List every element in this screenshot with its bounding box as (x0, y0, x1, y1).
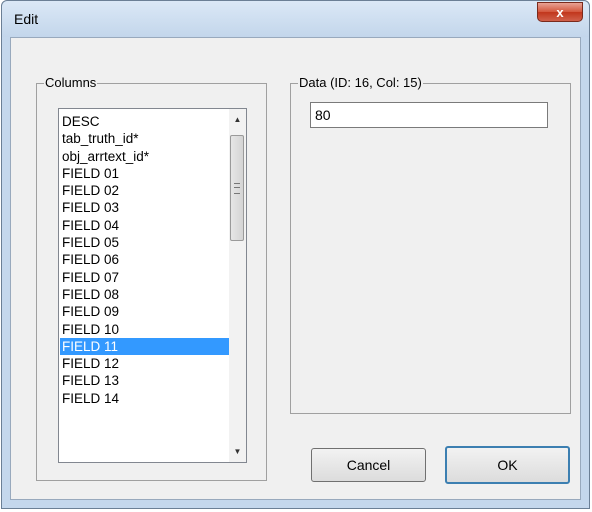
list-item[interactable]: FIELD 09 (60, 303, 237, 320)
list-item[interactable]: FIELD 01 (60, 165, 237, 182)
columns-group-title: Columns (44, 75, 98, 91)
window-title: Edit (14, 11, 39, 27)
scroll-thumb[interactable] (230, 135, 244, 241)
list-item[interactable]: obj_arrtext_id* (60, 148, 237, 165)
list-item[interactable]: FIELD 05 (60, 234, 237, 251)
ok-button[interactable]: OK (445, 446, 570, 484)
list-item[interactable]: DESC (60, 113, 237, 130)
list-item[interactable]: FIELD 07 (60, 269, 237, 286)
list-item[interactable]: FIELD 08 (60, 286, 237, 303)
list-item[interactable]: FIELD 06 (60, 251, 237, 268)
list-item[interactable]: FIELD 03 (60, 199, 237, 216)
data-group-title: Data (ID: 16, Col: 15) (298, 75, 423, 91)
close-button[interactable]: x (537, 2, 583, 22)
list-item[interactable]: FIELD 12 (60, 355, 237, 372)
columns-listbox[interactable]: DESC tab_truth_id* obj_arrtext_id* FIELD 01… (58, 108, 247, 463)
vertical-scrollbar[interactable]: ▲ ▼ (229, 109, 246, 462)
list-item[interactable]: FIELD 13 (60, 372, 237, 389)
list-item[interactable]: FIELD 11 (60, 337, 237, 356)
list-item[interactable]: FIELD 14 (60, 390, 237, 407)
list-item[interactable]: FIELD 04 (60, 217, 237, 234)
data-groupbox: Data (ID: 16, Col: 15) (290, 75, 571, 414)
scroll-down-arrow-icon[interactable]: ▼ (229, 443, 246, 460)
list-item[interactable]: FIELD 02 (60, 182, 237, 199)
list-item[interactable]: FIELD 10 (60, 321, 237, 338)
cancel-button[interactable]: Cancel (311, 448, 426, 482)
close-icon: x (556, 5, 564, 20)
title-bar[interactable]: Edit x (2, 1, 589, 37)
grip-icon (234, 183, 240, 194)
scroll-up-arrow-icon[interactable]: ▲ (229, 111, 246, 128)
columns-list-items: DESC tab_truth_id* obj_arrtext_id* FIELD 01… (60, 113, 237, 407)
list-item[interactable]: tab_truth_id* (60, 130, 237, 147)
data-value-input[interactable]: 80 (310, 102, 548, 128)
